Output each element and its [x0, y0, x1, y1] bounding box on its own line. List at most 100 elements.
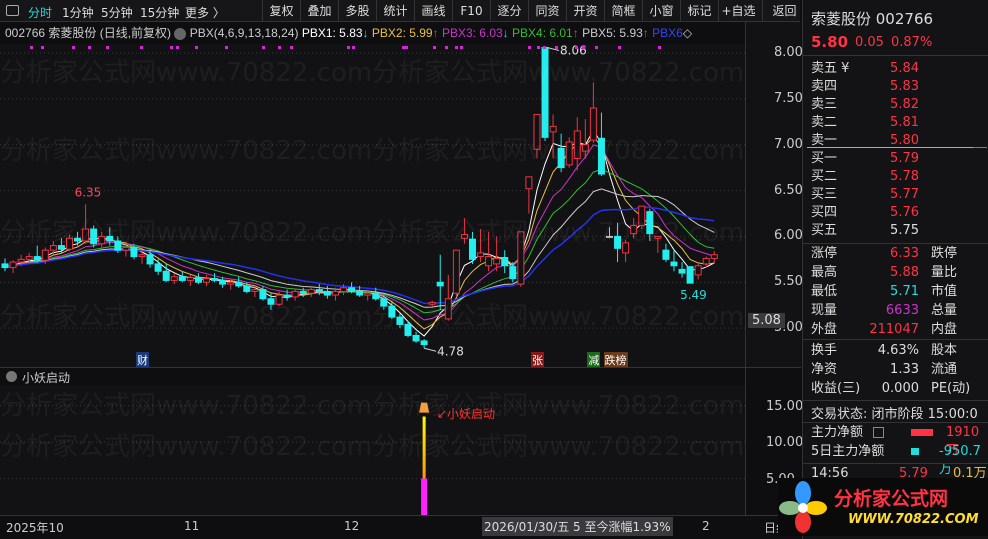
toolbar-button[interactable]: 标记 — [680, 0, 718, 22]
ask-label: 卖五 ¥ — [811, 61, 850, 76]
signal-dot — [575, 46, 578, 49]
signal-dot — [352, 46, 355, 49]
tab-intraday[interactable]: 分时 — [28, 4, 52, 21]
bid-price: 5.78 — [890, 169, 919, 184]
ask-label: 卖三 — [811, 97, 838, 112]
event-mark[interactable]: 财 — [136, 352, 150, 368]
candle — [557, 133, 565, 173]
price-annotation: 6.35 — [75, 185, 102, 199]
sub-indicator-chart[interactable]: ↙小妖启动 — [0, 385, 745, 515]
bid-row: 买五 5.75 — [811, 222, 988, 240]
candle — [638, 205, 646, 230]
candle — [412, 331, 420, 343]
bid-label: 买三 — [811, 187, 838, 202]
toolbar-button[interactable]: F10 — [452, 0, 490, 22]
signal-dot — [347, 46, 350, 49]
signal-dot — [455, 46, 458, 49]
candle — [597, 112, 605, 176]
ask-price: 5.84 — [890, 61, 919, 76]
sidebar-toggle-icon[interactable] — [6, 5, 19, 16]
candle — [501, 250, 509, 274]
signal-dot — [537, 46, 540, 49]
bid-row: 买一 5.79 — [811, 150, 988, 168]
candle — [589, 82, 597, 143]
toolbar-button[interactable]: 画线 — [414, 0, 452, 22]
price-tick: 6.00 — [774, 228, 803, 244]
signal-dot — [106, 46, 109, 49]
tab-15min[interactable]: 15分钟 — [140, 4, 179, 21]
event-mark[interactable]: 跌榜 — [603, 352, 628, 368]
candle — [114, 236, 122, 253]
indicator-toggle-icon[interactable] — [174, 27, 187, 40]
candle — [428, 300, 436, 307]
toolbar-button[interactable]: 开资 — [566, 0, 604, 22]
sub-tick: 10.00 — [766, 435, 804, 451]
stat-label: 内盘 — [931, 322, 958, 337]
stat-label: 总量 — [931, 303, 958, 318]
signal-dot — [30, 46, 33, 49]
tab-more[interactable]: 更多 〉 — [185, 4, 225, 21]
candle — [211, 273, 219, 283]
trade-status: 交易状态: 闭市阶段 15:00:0 — [811, 407, 978, 422]
candle — [646, 208, 654, 241]
toolbar-button[interactable]: 小窗 — [642, 0, 680, 22]
toolbar-button[interactable]: 返回 — [762, 0, 806, 22]
toolbar-button[interactable]: 复权 — [262, 0, 300, 22]
list-icon[interactable] — [873, 427, 884, 438]
toolbar-button[interactable]: 叠加 — [300, 0, 338, 22]
signal-dot — [582, 46, 585, 49]
signal-bar — [422, 416, 426, 479]
pbx4-value: PBX4: 6.01 — [512, 26, 573, 40]
signal-dot — [658, 46, 661, 49]
stock-title: 002766 索菱股份 (日线,前复权) — [5, 26, 172, 40]
candlestick-svg: 6.358.064.785.49 — [0, 43, 745, 358]
signal-dot — [528, 46, 531, 49]
stat-label: 外盘 — [811, 322, 838, 337]
stat-label: 净资 — [811, 362, 838, 377]
stat-label: 收益(三) — [811, 381, 861, 396]
candle — [420, 339, 428, 349]
signal-label: ↙小妖启动 — [437, 407, 496, 421]
stat-value: 4.63% — [877, 343, 919, 358]
sub-indicator-svg — [0, 402, 745, 515]
event-mark[interactable]: 张 — [530, 352, 544, 368]
date-label: 2025年10 — [6, 521, 64, 535]
up-arrow-icon: ↑ — [572, 26, 579, 40]
flow-label: 主力净额 — [811, 425, 864, 440]
toolbar-button[interactable]: 逐分 — [490, 0, 528, 22]
date-axis: 2025年10 11 12 2026/01/30/五 5 至今涨幅1.93% 2… — [0, 515, 800, 537]
toolbar-button[interactable]: 多股 — [338, 0, 376, 22]
candle — [460, 218, 468, 244]
current-date-label: 2026/01/30/五 5 至今涨幅1.93% — [482, 517, 673, 536]
stat-value: 5.88 — [890, 265, 919, 280]
candlestick-chart[interactable]: 6.35 8.06 4.78 5.49 财 张 减跌榜 — [0, 43, 745, 368]
stat-label: PE(动) — [931, 381, 971, 396]
stat-value: 6.33 — [890, 246, 919, 261]
stat-row: 换手 4.63% 股本 — [811, 342, 988, 360]
price-tick: 7.50 — [774, 90, 803, 106]
candle — [33, 245, 41, 263]
candle — [525, 176, 533, 214]
indicator-name: PBX(4,6,9,13,18,24) — [189, 26, 299, 40]
tab-5min[interactable]: 5分钟 — [101, 4, 133, 21]
indicator-info-line: 002766 索菱股份 (日线,前复权) PBX(4,6,9,13,18,24)… — [0, 22, 745, 44]
stat-label: 股本 — [931, 343, 958, 358]
signal-dot — [262, 46, 265, 49]
tab-1min[interactable]: 1分钟 — [62, 4, 94, 21]
toolbar-button[interactable]: +自选 — [718, 0, 758, 22]
candle — [65, 234, 73, 252]
event-mark[interactable]: 减 — [587, 352, 601, 368]
toolbar-button[interactable]: 统计 — [376, 0, 414, 22]
candle — [82, 204, 90, 244]
toolbar-button[interactable]: 同资 — [528, 0, 566, 22]
candle — [710, 251, 718, 263]
date-label: 11 — [184, 519, 200, 533]
toolbar-button[interactable]: 简框 — [604, 0, 642, 22]
signal-dot — [460, 46, 463, 49]
sub-indicator-title: 小妖启动 — [22, 371, 71, 385]
collapse-icon[interactable] — [6, 371, 17, 382]
stat-label: 涨停 — [811, 246, 838, 261]
stat-row: 最低 5.71 市值 — [811, 283, 988, 301]
price-tick: 7.00 — [774, 136, 803, 152]
price-annotation: 5.49 — [680, 288, 707, 302]
